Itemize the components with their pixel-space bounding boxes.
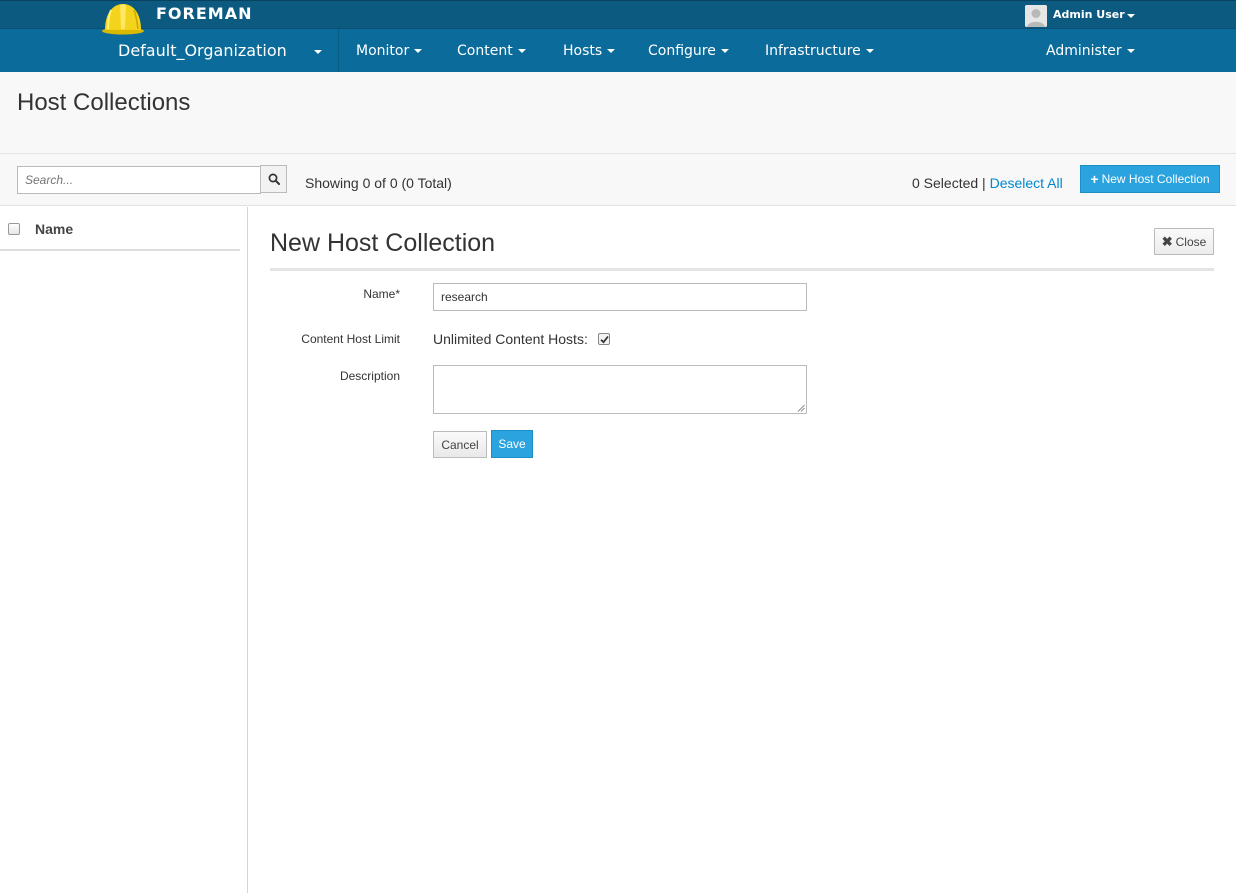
- chevron-down-icon[interactable]: [314, 50, 322, 54]
- plus-icon: +: [1090, 171, 1099, 187]
- search-icon: [268, 173, 280, 185]
- top-bar: FOREMAN Admin User: [0, 0, 1236, 29]
- close-icon: ✖: [1161, 233, 1173, 249]
- title-divider: [270, 268, 1214, 271]
- unlimited-content-hosts-checkbox[interactable]: [598, 333, 610, 345]
- chevron-down-icon: [607, 49, 616, 53]
- nav-infrastructure[interactable]: Infrastructure: [765, 43, 874, 59]
- nav-administer[interactable]: Administer: [1046, 43, 1135, 59]
- main-navbar: Default_Organization Monitor Content Hos…: [0, 29, 1236, 72]
- host-collection-list: Name: [0, 207, 248, 893]
- close-label: Close: [1175, 234, 1207, 249]
- page-header: Host Collections: [0, 72, 1236, 154]
- unlimited-content-hosts-label: Unlimited Content Hosts:: [433, 331, 588, 347]
- new-host-collection-button[interactable]: + New Host Collection: [1080, 165, 1220, 193]
- name-label: Name*: [363, 287, 400, 301]
- nav-hosts[interactable]: Hosts: [563, 43, 616, 59]
- search-button[interactable]: [260, 165, 287, 193]
- nav-divider: [338, 29, 339, 72]
- chevron-down-icon: [1126, 49, 1135, 53]
- selected-count: 0 Selected |: [912, 175, 986, 191]
- organization-switcher[interactable]: Default_Organization: [118, 41, 287, 60]
- chevron-down-icon: [720, 49, 729, 53]
- cancel-button[interactable]: Cancel: [433, 431, 487, 458]
- chevron-down-icon: [865, 49, 874, 53]
- page-title: Host Collections: [17, 89, 191, 116]
- result-count: Showing 0 of 0 (0 Total): [305, 175, 452, 191]
- checkmark-icon: [599, 335, 609, 344]
- list-header: Name: [0, 207, 240, 251]
- description-field[interactable]: [433, 365, 807, 414]
- new-host-collection-panel: New Host Collection ✖ Close Name* Conten…: [248, 207, 1236, 893]
- selection-summary: 0 Selected | Deselect All: [912, 175, 1063, 191]
- chevron-down-icon[interactable]: [1127, 14, 1135, 18]
- form-title: New Host Collection: [270, 229, 496, 257]
- helmet-logo-icon[interactable]: [101, 1, 145, 35]
- user-menu[interactable]: Admin User: [1053, 8, 1125, 21]
- column-header-name[interactable]: Name: [35, 221, 73, 237]
- search-input[interactable]: [17, 166, 261, 194]
- description-label: Description: [339, 369, 400, 383]
- new-host-collection-label: New Host Collection: [1101, 172, 1210, 186]
- select-all-checkbox[interactable]: [8, 223, 20, 235]
- chevron-down-icon: [517, 49, 526, 53]
- user-avatar-icon[interactable]: [1025, 5, 1047, 27]
- chevron-down-icon: [414, 49, 423, 53]
- deselect-all-link[interactable]: Deselect All: [990, 175, 1063, 191]
- list-toolbar: Showing 0 of 0 (0 Total) 0 Selected | De…: [0, 154, 1236, 206]
- brand-name[interactable]: FOREMAN: [156, 4, 252, 23]
- resize-handle-icon[interactable]: [797, 404, 805, 412]
- name-field[interactable]: [433, 283, 807, 311]
- nav-configure[interactable]: Configure: [648, 43, 729, 59]
- nav-content[interactable]: Content: [457, 43, 526, 59]
- close-button[interactable]: ✖ Close: [1154, 228, 1214, 255]
- content-host-limit-label: Content Host Limit: [301, 332, 400, 346]
- nav-monitor[interactable]: Monitor: [356, 43, 423, 59]
- save-button[interactable]: Save: [491, 430, 533, 458]
